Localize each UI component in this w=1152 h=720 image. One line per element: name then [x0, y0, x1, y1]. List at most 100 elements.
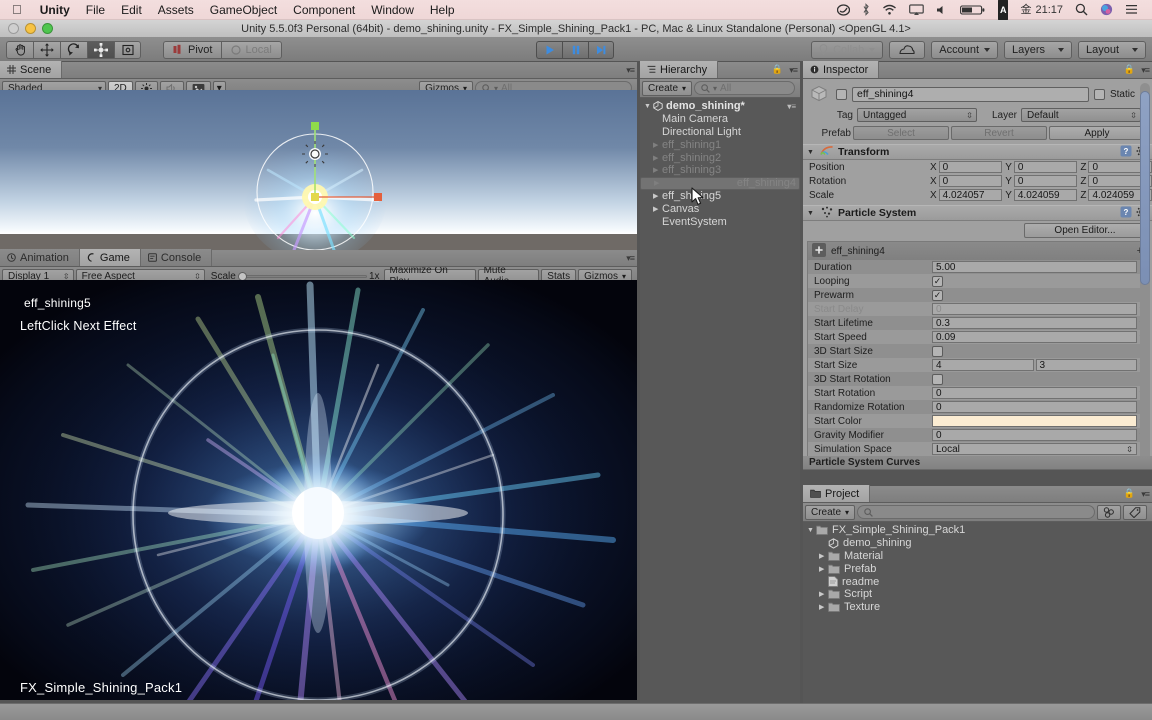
menu-component[interactable]: Component	[285, 0, 363, 20]
transform-scale-y-input[interactable]: 4.024059	[1013, 189, 1078, 201]
particle-start-size-input-min[interactable]: 4	[932, 359, 1034, 371]
particle-3d-start-rotation-checkbox[interactable]	[932, 373, 943, 385]
transform-tools[interactable]	[6, 40, 141, 59]
tab-project[interactable]: Project	[803, 485, 871, 502]
tab-hierarchy[interactable]: Hierarchy	[640, 61, 719, 78]
transform-position-y-input[interactable]: 0	[1013, 161, 1078, 173]
transform-scale-x-input[interactable]: 4.024057	[938, 189, 1003, 201]
project-item-texture[interactable]: ▶ Texture	[803, 601, 1152, 614]
particle-property-rows[interactable]: Duration 5.00 Looping ✓ Prewarm ✓ Start Delay 0…	[808, 260, 1147, 470]
play-button[interactable]	[536, 40, 562, 59]
lock-icon[interactable]: 🔒	[1124, 64, 1135, 75]
layers-button[interactable]: Layers	[1004, 40, 1072, 59]
chevron-right-icon[interactable]: ▶	[653, 205, 662, 213]
project-item-material[interactable]: ▶ Material	[803, 550, 1152, 563]
hierarchy-item-eventsystem[interactable]: EventSystem	[640, 215, 800, 228]
help-icon[interactable]: ?	[1120, 145, 1132, 160]
project-tree[interactable]: ▼ FX_Simple_Shining_Pack1 demo_shining ▶ Mat…	[803, 522, 1152, 703]
particle-prewarm-checkbox[interactable]: ✓	[932, 289, 943, 301]
help-icon[interactable]: ?	[1120, 206, 1132, 221]
chevron-down-icon[interactable]: ▼	[807, 149, 816, 156]
open-editor-button[interactable]: Open Editor...	[1024, 223, 1146, 238]
tab-animation[interactable]: Animation	[0, 249, 80, 266]
object-active-checkbox[interactable]	[836, 88, 847, 100]
project-item-script[interactable]: ▶ Script	[803, 588, 1152, 601]
transform-rotation-x-input[interactable]: 0	[938, 175, 1003, 187]
chevron-right-icon[interactable]: ▶	[653, 166, 662, 174]
battery-icon[interactable]	[954, 4, 992, 16]
static-checkbox[interactable]	[1093, 88, 1105, 100]
menu-unity[interactable]: Unity	[32, 0, 78, 20]
tab-game[interactable]: Game	[79, 249, 141, 266]
local-toggle[interactable]: Local	[221, 40, 282, 59]
prefab-apply-button[interactable]: Apply	[1049, 126, 1145, 140]
lock-icon[interactable]: 🔒	[1124, 488, 1135, 499]
dropbox-icon[interactable]	[831, 3, 856, 16]
tab-scene[interactable]: Scene	[0, 61, 63, 78]
hierarchy-item-directional-light[interactable]: Directional Light	[640, 126, 800, 139]
particle-start-size-input-max[interactable]: 3	[1035, 359, 1137, 371]
bluetooth-icon[interactable]	[856, 3, 876, 16]
particle-simulation-space-select[interactable]: Local ⇳	[932, 443, 1137, 455]
pivot-toggle[interactable]: Pivot	[163, 40, 222, 59]
project-item-readme[interactable]: readme	[803, 575, 1152, 588]
project-panel-menu-icon[interactable]: ▾≡	[1141, 489, 1150, 500]
chevron-right-icon[interactable]: ▶	[654, 179, 663, 187]
hierarchy-root-row[interactable]: ▼ demo_shining* ▾≡	[640, 100, 800, 113]
inspector-scrollbar[interactable]	[1140, 83, 1150, 461]
transform-rows[interactable]: Position X 0 Y 0 Z 0 Rotation X 0 Y 0 Z 0 Scale X 4.0240…	[803, 160, 1152, 202]
chevron-down-icon[interactable]: ▼	[644, 103, 653, 110]
transform-rotation-y-input[interactable]: 0	[1013, 175, 1078, 187]
menu-window[interactable]: Window	[363, 0, 422, 20]
volume-icon[interactable]	[930, 4, 954, 16]
cloud-button[interactable]	[889, 40, 926, 59]
collab-button[interactable]: Collab	[811, 40, 884, 59]
wifi-icon[interactable]	[876, 4, 903, 16]
hierarchy-item-eff-shining2[interactable]: ▶ eff_shining2	[640, 151, 800, 164]
hierarchy-item-eff-shining3[interactable]: ▶ eff_shining3	[640, 164, 800, 177]
hierarchy-item-list[interactable]: Main Camera Directional Light ▶ eff_shining…	[640, 113, 800, 228]
hierarchy-item-eff-shining4[interactable]: ▶ eff_shining4	[640, 176, 800, 190]
rotate-tool-icon[interactable]	[60, 40, 87, 59]
particle-start-color-swatch[interactable]	[932, 415, 1137, 427]
particle-module-header[interactable]: eff_shining4 +	[808, 242, 1147, 260]
move-tool-icon[interactable]	[33, 40, 60, 59]
tab-console[interactable]: Console	[140, 249, 213, 266]
rect-tool-icon[interactable]	[114, 40, 141, 59]
pivot-rotation-group[interactable]: Pivot Local	[163, 40, 282, 59]
particle-system-component-header[interactable]: ▼ Particle System ?	[803, 205, 1152, 221]
particle-start-lifetime-input[interactable]: 0.3	[932, 317, 1137, 329]
project-create-button[interactable]: Create ▾	[805, 504, 856, 520]
lock-icon[interactable]: 🔒	[772, 64, 783, 75]
menu-edit[interactable]: Edit	[113, 0, 150, 20]
tag-select[interactable]: Untagged ⇳	[857, 108, 977, 122]
menu-assets[interactable]: Assets	[150, 0, 202, 20]
scene-panel-menu-icon[interactable]: ▾≡	[626, 65, 635, 76]
prefab-select-button[interactable]: Select	[853, 126, 949, 140]
step-button[interactable]	[588, 40, 614, 59]
particle-duration-input[interactable]: 5.00	[932, 261, 1137, 273]
transform-component-header[interactable]: ▼ Transform ?	[803, 144, 1152, 160]
menu-file[interactable]: File	[78, 0, 113, 20]
particle-3d-start-size-checkbox[interactable]	[932, 345, 943, 357]
filter-by-type-icon[interactable]	[1097, 504, 1121, 520]
pause-button[interactable]	[562, 40, 588, 59]
scene-viewport[interactable]	[0, 90, 637, 250]
chevron-right-icon[interactable]: ▶	[819, 552, 828, 560]
chevron-right-icon[interactable]: ▶	[653, 141, 662, 149]
particle-looping-checkbox[interactable]: ✓	[932, 275, 943, 287]
particle-start-speed-input[interactable]: 0.09	[932, 331, 1137, 343]
hierarchy-search-input[interactable]: ▾ All	[694, 81, 795, 95]
particle-start-rotation-input[interactable]: 0	[932, 387, 1137, 399]
project-item-prefab[interactable]: ▶ Prefab	[803, 562, 1152, 575]
chevron-down-icon[interactable]: ▼	[807, 527, 816, 534]
particle-gravity-modifier-input[interactable]: 0	[932, 429, 1137, 441]
hierarchy-item-eff-shining1[interactable]: ▶ eff_shining1	[640, 138, 800, 151]
layer-select[interactable]: Default ⇳	[1021, 108, 1141, 122]
chevron-down-icon[interactable]: ▼	[807, 210, 816, 217]
object-name-input[interactable]: eff_shining4	[852, 86, 1089, 102]
inspector-scrollbar-thumb[interactable]	[1140, 91, 1150, 285]
airplay-icon[interactable]	[903, 3, 930, 16]
layout-button[interactable]: Layout	[1078, 40, 1146, 59]
transform-position-x-input[interactable]: 0	[938, 161, 1003, 173]
